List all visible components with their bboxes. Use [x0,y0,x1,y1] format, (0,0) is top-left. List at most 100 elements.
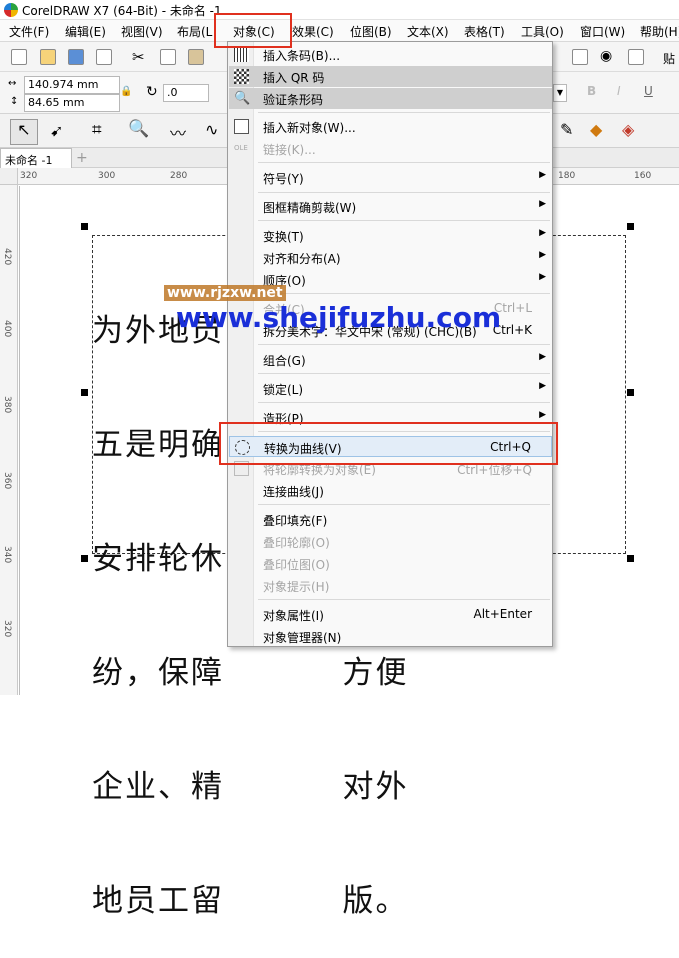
add-tab-icon[interactable]: + [76,150,88,166]
submenu-arrow-icon: ▶ [539,199,546,209]
menu-item-object-manager[interactable]: 对象管理器(N) [229,626,552,647]
barcode-icon [234,47,249,62]
submenu-arrow-icon: ▶ [539,272,546,282]
selection-handle[interactable] [81,555,88,562]
ruler-tick: 160 [634,171,652,181]
insert-object-icon [234,119,249,134]
verify-barcode-icon: 🔍 [234,91,251,106]
selection-handle[interactable] [627,223,634,230]
window-title: CorelDRAW X7 (64-Bit) - 未命名 -1 [22,4,222,18]
italic-icon[interactable]: I [617,84,621,98]
menu-separator [258,220,550,221]
print-icon[interactable] [96,49,112,65]
menu-item-overprint-fill[interactable]: 叠印填充(F) [229,509,552,530]
fill-tool-icon[interactable]: ◆ [590,120,602,139]
menu-item-overprint-bitmap: 叠印位图(O) [263,558,330,572]
text-line: 地员工留 版。 [92,883,409,919]
menu-separator [258,504,550,505]
artistic-media-tool-icon[interactable]: ∿ [205,120,218,139]
menu-separator [258,402,550,403]
snap-icon[interactable] [572,49,588,65]
vertical-ruler: 420 400 380 360 340 320 [0,168,18,695]
ruler-tick: 340 [2,546,12,564]
object-height-field[interactable]: 84.65 mm [24,94,120,112]
menu-bitmaps[interactable]: 位图(B) [350,23,392,40]
menu-window[interactable]: 窗口(W) [580,23,625,40]
submenu-arrow-icon: ▶ [539,250,546,260]
crop-tool-icon[interactable]: ⌗ [92,120,102,140]
ruler-tick: 360 [2,472,12,490]
save-icon[interactable] [68,49,84,65]
menu-text[interactable]: 文本(X) [407,23,449,40]
menu-tools[interactable]: 工具(O) [521,23,564,40]
text-line: 纷，保障 方便 [92,655,409,691]
ruler-tick: 380 [2,396,12,414]
menu-item-transform[interactable]: 变换(T) ▶ [229,225,552,246]
copy-icon[interactable] [160,49,176,65]
menu-separator [258,599,550,600]
menu-separator [258,192,550,193]
freehand-tool-icon[interactable]: 〰 [170,120,186,144]
cut-icon[interactable]: ✂ [132,48,145,66]
menu-layout[interactable]: 布局(L [177,23,212,40]
options-icon[interactable] [628,49,644,65]
highlight-box-object-menu [214,13,292,48]
coreldraw-logo-icon [4,3,18,17]
menu-table[interactable]: 表格(T) [464,23,505,40]
selection-handle[interactable] [627,389,634,396]
watermark-large: www.shejifuzhu.com [176,301,502,334]
document-tab[interactable]: 未命名 -1 [0,148,72,168]
watermark-small: www.rjzxw.net [164,285,286,301]
pick-tool-icon[interactable]: ↖ [10,119,38,145]
shape-tool-icon[interactable]: ➹ [50,121,63,140]
menu-item-verify-barcode[interactable]: 🔍 验证条形码 [229,88,552,109]
selection-handle[interactable] [81,223,88,230]
paste-icon[interactable] [188,49,204,65]
bold-icon[interactable]: B [587,84,596,98]
ruler-tick: 420 [2,248,12,266]
height-icon: ↕ [10,96,19,107]
menu-file[interactable]: 文件(F) [9,23,49,40]
menu-item-symbol[interactable]: 符号(Y) ▶ [229,167,552,188]
menu-edit[interactable]: 编辑(E) [65,23,106,40]
menu-separator [258,112,550,113]
eyedropper-tool-icon[interactable]: ✎ [560,120,573,139]
ruler-origin-corner[interactable] [0,168,18,185]
menu-help[interactable]: 帮助(H) [640,23,679,40]
ruler-tick: 320 [2,620,12,638]
submenu-arrow-icon: ▶ [539,352,546,362]
view-eye-icon[interactable]: ◉ [600,48,612,64]
font-dropdown-arrow-icon[interactable]: ▼ [553,84,567,102]
menu-item-links: OLE 链接(K)... [234,143,316,157]
menu-item-join-curves[interactable]: 连接曲线(J) [229,480,552,501]
open-icon[interactable] [40,49,56,65]
lock-ratio-icon[interactable]: 🔒 [120,86,132,97]
text-line: 企业、精 对外 [92,769,409,805]
underline-icon[interactable]: U [644,84,653,98]
object-width-field[interactable]: 140.974 mm [24,76,120,94]
menu-item-align-distribute[interactable]: 对齐和分布(A) ▶ [229,247,552,268]
menu-item-insert-qr-code[interactable]: 插入 QR 码 [229,66,552,87]
menu-item-group[interactable]: 组合(G) ▶ [229,349,552,370]
submenu-arrow-icon: ▶ [539,410,546,420]
paste-label[interactable]: 贴 [663,50,675,67]
selection-handle[interactable] [627,555,634,562]
menu-view[interactable]: 视图(V) [121,23,163,40]
rotation-angle-field[interactable]: .0 [163,84,209,102]
menu-item-lock[interactable]: 锁定(L) ▶ [229,378,552,399]
menu-separator [258,293,550,294]
ruler-tick: 300 [98,171,116,181]
menu-item-insert-new-object[interactable]: 插入新对象(W)... [229,116,552,137]
ruler-tick: 180 [558,171,576,181]
selection-handle[interactable] [81,389,88,396]
submenu-arrow-icon: ▶ [539,170,546,180]
new-document-icon[interactable] [11,49,27,65]
menu-item-object-hinting: 对象提示(H) [263,580,330,594]
interactive-fill-icon[interactable]: ◈ [622,120,634,139]
menu-item-object-properties[interactable]: 对象属性(I) Alt+Enter [229,604,552,625]
menu-item-powerclip[interactable]: 图框精确剪裁(W) ▶ [229,196,552,217]
ruler-tick: 320 [20,171,38,181]
zoom-tool-icon[interactable]: 🔍 [128,119,149,139]
ruler-tick: 280 [170,171,188,181]
menu-effects[interactable]: 效果(C) [292,23,334,40]
